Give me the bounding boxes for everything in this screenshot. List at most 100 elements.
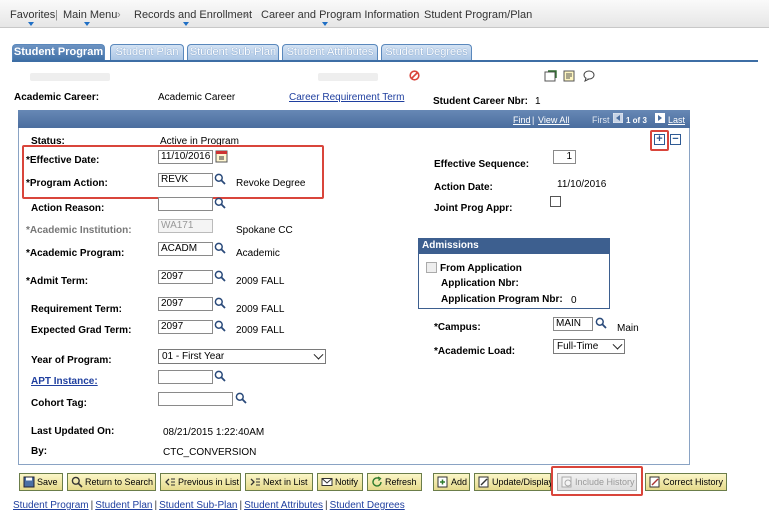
tab-student-plan[interactable]: Student Plan (110, 44, 184, 61)
new-window-icon[interactable] (544, 70, 557, 82)
highlight-add-row (650, 130, 669, 151)
expected-grad-term-input[interactable]: 2097 (158, 320, 213, 334)
notify-icon (321, 478, 333, 486)
grid-header-bar: Find | View All First 1 of 3 Last (18, 110, 690, 128)
previous-list-icon (165, 478, 175, 486)
tab-student-degrees[interactable]: Student Degrees (381, 44, 472, 61)
next-arrow-icon[interactable] (655, 113, 665, 123)
bottom-link-student-sub-plan[interactable]: Student Sub-Plan (159, 500, 237, 511)
highlight-effective-date-program-action (22, 145, 324, 199)
notify-button[interactable]: Notify (317, 473, 363, 491)
add-icon (437, 476, 448, 488)
update-display-label: Update/Display (492, 477, 554, 487)
cohort-tag-input[interactable] (158, 392, 233, 406)
academic-institution-input: WA171 (158, 219, 213, 233)
bottom-link-student-plan[interactable]: Student Plan (95, 500, 152, 511)
update-display-icon (478, 476, 489, 488)
action-reason-input[interactable] (158, 197, 213, 211)
refresh-icon (372, 476, 382, 487)
redacted-student-name (30, 73, 110, 81)
search-icon[interactable] (214, 197, 226, 209)
action-date-label: Action Date: (434, 182, 493, 193)
expected-grad-term-label: Expected Grad Term: (31, 325, 132, 336)
highlight-include-history (551, 466, 643, 496)
nav-main-menu[interactable]: Main Menu (63, 9, 117, 21)
link-separator: | (154, 500, 158, 511)
academic-institution-desc: Spokane CC (236, 225, 293, 236)
add-button[interactable]: Add (433, 473, 470, 491)
row-range: 1 of 3 (626, 116, 647, 125)
search-icon[interactable] (235, 392, 247, 404)
find-link[interactable]: Find (513, 115, 531, 125)
save-button[interactable]: Save (19, 473, 63, 491)
last-link[interactable]: Last (668, 115, 685, 125)
chevron-down-icon (612, 339, 623, 350)
delete-row-minus-icon[interactable]: − (670, 134, 681, 145)
correct-history-button[interactable]: Correct History (645, 473, 727, 491)
chevron-down-icon (313, 349, 324, 360)
tab-student-attributes[interactable]: Student Attributes (282, 44, 378, 61)
admit-term-label: *Admit Term: (26, 276, 89, 287)
nav-favorites[interactable]: Favorites (10, 9, 55, 21)
records-dropdown-icon[interactable] (183, 22, 189, 26)
search-icon[interactable] (214, 270, 226, 282)
joint-prog-appr-checkbox[interactable] (550, 196, 561, 207)
nav-records-and-enrollment[interactable]: Records and Enrollment (134, 9, 252, 21)
apt-instance-input[interactable] (158, 370, 213, 384)
admit-term-input[interactable]: 2097 (158, 270, 213, 284)
career-dropdown-icon[interactable] (322, 22, 328, 26)
search-icon[interactable] (214, 297, 226, 309)
bottom-link-student-degrees[interactable]: Student Degrees (330, 500, 405, 511)
chat-bubble-icon[interactable] (583, 70, 595, 82)
requirement-term-input[interactable]: 2097 (158, 297, 213, 311)
chevron-right-icon: › (117, 9, 121, 21)
bottom-link-student-attributes[interactable]: Student Attributes (244, 500, 323, 511)
effective-sequence-input[interactable]: 1 (553, 150, 576, 164)
redacted-student-id (318, 73, 378, 81)
link-separator: | (90, 500, 94, 511)
update-display-button[interactable]: Update/Display (474, 473, 554, 491)
bottom-link-student-program[interactable]: Student Program (13, 500, 89, 511)
requirement-term-desc: 2009 FALL (236, 304, 285, 315)
save-label: Save (37, 477, 58, 487)
academic-program-desc: Academic (236, 248, 280, 259)
year-of-program-label: Year of Program: (31, 355, 112, 366)
document-icon[interactable] (563, 70, 575, 82)
last-updated-value: 08/21/2015 1:22:40AM (163, 427, 265, 438)
search-icon[interactable] (595, 317, 607, 329)
correct-history-icon (649, 476, 660, 488)
correct-history-label: Correct History (663, 477, 724, 487)
return-to-search-label: Return to Search (85, 477, 154, 487)
nav-career-and-program-information[interactable]: Career and Program Information (261, 9, 419, 21)
favorites-dropdown-icon[interactable] (28, 22, 34, 26)
refresh-label: Refresh (385, 477, 417, 487)
refresh-button[interactable]: Refresh (367, 473, 422, 491)
search-icon[interactable] (214, 320, 226, 332)
previous-in-list-label: Previous in List (178, 477, 240, 487)
next-in-list-button[interactable]: Next in List (245, 473, 313, 491)
career-requirement-term-link[interactable]: Career Requirement Term (289, 92, 404, 103)
main-menu-dropdown-icon[interactable] (84, 22, 90, 26)
academic-career-value: Academic Career (158, 92, 236, 103)
apt-instance-link[interactable]: APT Instance: (31, 376, 98, 387)
previous-in-list-button[interactable]: Previous in List (160, 473, 241, 491)
cohort-tag-label: Cohort Tag: (31, 398, 87, 409)
tab-student-sub-plan[interactable]: Student Sub-Plan (187, 44, 279, 61)
chevron-right-icon: › (244, 9, 248, 21)
year-of-program-select[interactable]: 01 - First Year (158, 349, 326, 364)
academic-load-select[interactable]: Full-Time (553, 339, 625, 354)
save-icon (23, 476, 35, 488)
view-all-link[interactable]: View All (538, 115, 569, 125)
no-entry-icon (409, 70, 420, 81)
expected-grad-term-desc: 2009 FALL (236, 325, 285, 336)
previous-arrow-icon[interactable] (613, 113, 623, 123)
add-label: Add (451, 477, 468, 487)
from-application-label: From Application (440, 263, 522, 274)
return-to-search-button[interactable]: Return to Search (67, 473, 156, 491)
academic-program-input[interactable]: ACADM (158, 242, 213, 256)
campus-input[interactable]: MAIN (553, 317, 593, 331)
link-separator: | (325, 500, 328, 511)
search-icon[interactable] (214, 242, 226, 254)
search-icon[interactable] (214, 370, 226, 382)
action-date-value: 11/10/2016 (557, 179, 607, 190)
